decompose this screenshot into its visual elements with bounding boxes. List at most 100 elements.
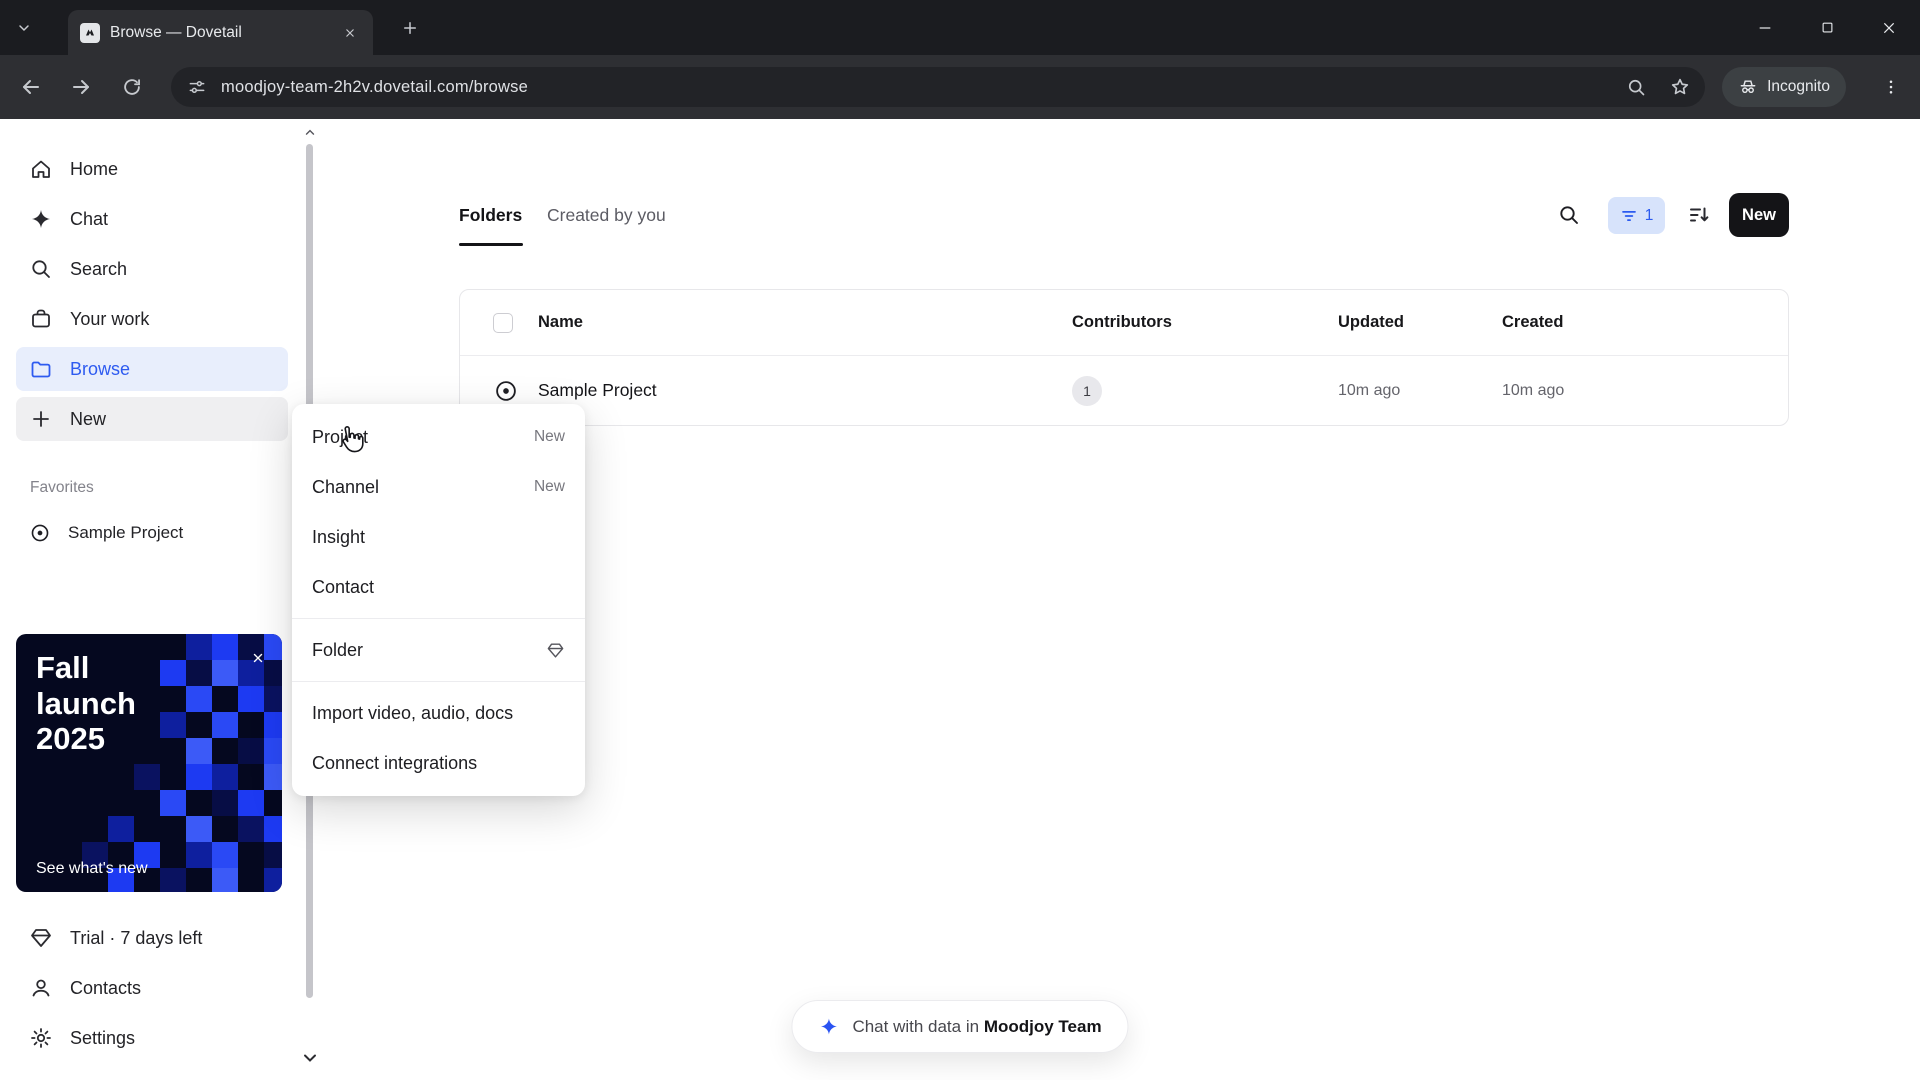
menu-item-connect-integrations[interactable]: Connect integrations [292, 738, 585, 788]
omnibox-actions [1626, 67, 1691, 107]
promo-close-icon[interactable] [246, 646, 270, 670]
back-icon[interactable] [16, 72, 46, 102]
plus-icon [29, 407, 53, 431]
menu-item-insight[interactable]: Insight [292, 512, 585, 562]
chat-pill-prefix: Chat with data in [852, 1017, 979, 1036]
menu-item-import[interactable]: Import video, audio, docs [292, 688, 585, 738]
window-controls [1734, 0, 1920, 55]
filter-count-badge: 1 [1645, 207, 1654, 225]
incognito-icon [1738, 77, 1758, 97]
promo-card: Fall launch 2025 See what's new [16, 634, 282, 892]
sidebar-item-contacts[interactable]: Contacts [16, 966, 288, 1010]
row-icon-cell [493, 378, 538, 404]
browser-menu-kebab-icon[interactable] [1876, 72, 1906, 102]
header-updated[interactable]: Updated [1338, 313, 1502, 332]
content-search-icon[interactable] [1557, 203, 1583, 229]
promo-title: Fall launch 2025 [36, 650, 171, 757]
tab-search-chevron-icon[interactable] [10, 14, 38, 42]
url-text[interactable]: moodjoy-team-2h2v.dovetail.com/browse [221, 78, 528, 97]
header-name[interactable]: Name [538, 313, 1072, 332]
site-settings-icon[interactable] [187, 77, 207, 97]
menu-item-channel[interactable]: Channel New [292, 462, 585, 512]
mouse-cursor-hand [336, 424, 366, 456]
sidebar-nav: Home Chat Search Your work [0, 119, 304, 441]
sidebar-item-label: Contacts [70, 978, 141, 999]
folders-table: Name Contributors Updated Created Sample… [459, 289, 1789, 426]
url-bar[interactable]: moodjoy-team-2h2v.dovetail.com/browse [171, 67, 1705, 107]
menu-item-badge: New [534, 428, 565, 446]
briefcase-icon [29, 307, 53, 331]
sidebar-item-search[interactable]: Search [16, 247, 288, 291]
sidebar-item-label: Home [70, 159, 118, 180]
menu-item-label: Channel [312, 477, 379, 498]
row-name[interactable]: Sample Project [538, 380, 1072, 401]
sidebar: Home Chat Search Your work [0, 119, 304, 1080]
close-window-icon[interactable] [1858, 0, 1920, 55]
tab-close-icon[interactable] [339, 22, 361, 44]
sidebar-item-label: New [70, 409, 106, 430]
filter-button[interactable]: 1 [1608, 197, 1665, 234]
new-button[interactable]: New [1729, 193, 1789, 237]
menu-item-folder[interactable]: Folder [292, 625, 585, 675]
sidebar-item-browse[interactable]: Browse [16, 347, 288, 391]
tab-folders[interactable]: Folders [459, 197, 522, 233]
screen: Browse — Dovetail [0, 0, 1920, 1080]
search-icon [29, 257, 53, 281]
menu-item-contact[interactable]: Contact [292, 562, 585, 612]
sidebar-item-label: Your work [70, 309, 149, 330]
forward-icon[interactable] [66, 72, 96, 102]
new-tab-button[interactable] [396, 14, 424, 42]
header-checkbox-cell [493, 313, 538, 333]
row-contributors-cell: 1 [1072, 376, 1338, 406]
tab-created-by-you[interactable]: Created by you [547, 197, 666, 233]
sidebar-item-label: Chat [70, 209, 108, 230]
sidebar-item-your-work[interactable]: Your work [16, 297, 288, 341]
chat-pill-team: Moodjoy Team [984, 1017, 1102, 1036]
bookmark-star-icon[interactable] [1669, 76, 1691, 98]
menu-item-label: Connect integrations [312, 753, 477, 774]
record-icon [29, 522, 51, 544]
incognito-badge: Incognito [1722, 67, 1846, 107]
scroll-up-icon[interactable] [303, 126, 317, 140]
active-tab-underline [459, 243, 523, 246]
minimize-icon[interactable] [1734, 0, 1796, 55]
sidebar-item-label: Settings [70, 1028, 135, 1049]
scroll-down-chevron-icon[interactable] [300, 1048, 320, 1068]
row-updated: 10m ago [1338, 382, 1502, 400]
sidebar-item-home[interactable]: Home [16, 147, 288, 191]
gem-icon [546, 641, 565, 660]
menu-divider [292, 618, 585, 619]
sidebar-item-new[interactable]: New [16, 397, 288, 441]
gear-icon [29, 1026, 53, 1050]
browser-tab[interactable]: Browse — Dovetail [68, 10, 373, 55]
maximize-icon[interactable] [1796, 0, 1858, 55]
home-icon [29, 157, 53, 181]
favorite-item-sample-project[interactable]: Sample Project [16, 511, 288, 555]
sort-icon[interactable] [1687, 203, 1713, 229]
sidebar-item-chat[interactable]: Chat [16, 197, 288, 241]
incognito-label: Incognito [1767, 78, 1830, 96]
select-all-checkbox[interactable] [493, 313, 513, 333]
zoom-icon[interactable] [1626, 77, 1647, 98]
menu-item-label: Folder [312, 640, 363, 661]
person-icon [29, 976, 53, 1000]
header-contributors[interactable]: Contributors [1072, 313, 1338, 332]
reload-icon[interactable] [117, 72, 147, 102]
filter-icon [1620, 207, 1638, 225]
menu-item-badge: New [534, 478, 565, 496]
favorites-heading: Favorites [30, 479, 304, 497]
gem-icon [29, 926, 53, 950]
table-row[interactable]: Sample Project 1 10m ago 10m ago [460, 356, 1788, 425]
contributor-count-badge: 1 [1072, 376, 1102, 406]
sidebar-item-label: Browse [70, 359, 130, 380]
sidebar-item-trial[interactable]: Trial · 7 days left [16, 916, 288, 960]
chat-with-data-pill[interactable]: Chat with data in Moodjoy Team [791, 1000, 1128, 1053]
sparkle-icon [818, 1016, 839, 1037]
sparkle-icon [29, 207, 53, 231]
header-created[interactable]: Created [1502, 313, 1788, 332]
dovetail-favicon [80, 23, 100, 43]
table-header-row: Name Contributors Updated Created [460, 290, 1788, 356]
promo-cta-link[interactable]: See what's new [36, 860, 148, 878]
browser-toolbar: moodjoy-team-2h2v.dovetail.com/browse In… [0, 55, 1920, 119]
sidebar-item-settings[interactable]: Settings [16, 1016, 288, 1060]
